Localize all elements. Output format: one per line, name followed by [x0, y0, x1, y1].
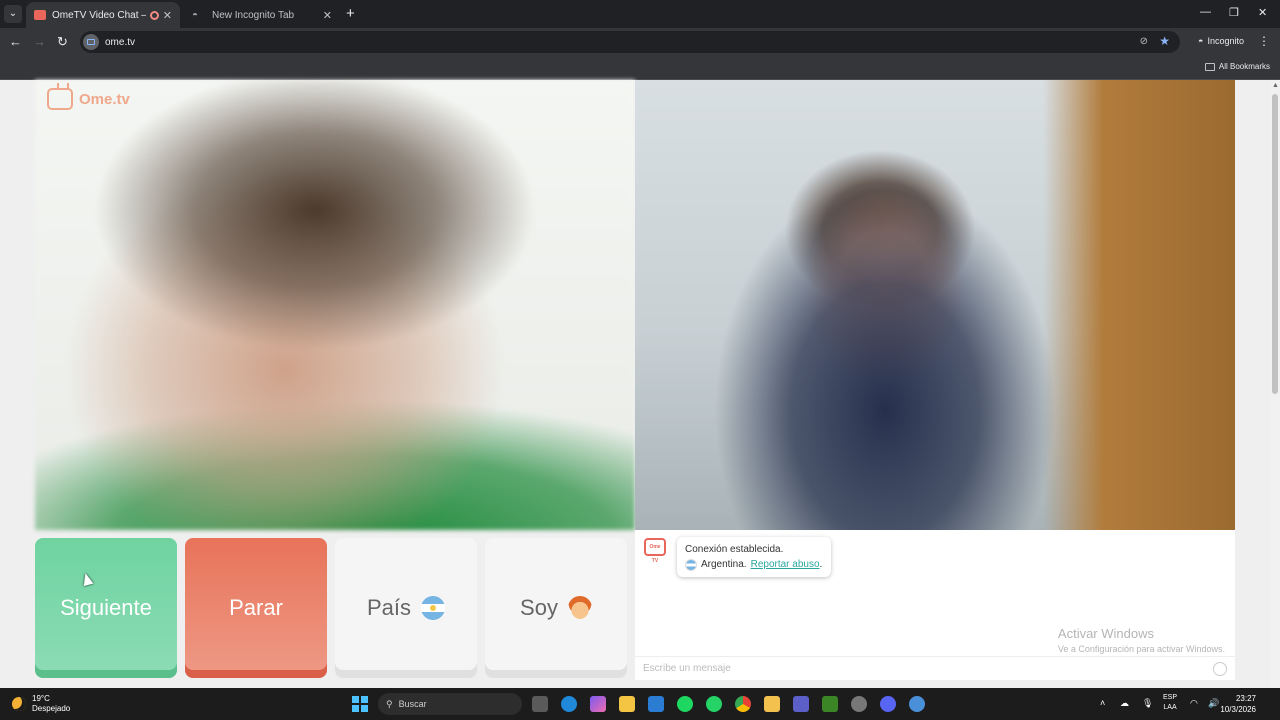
activate-windows-watermark: Activar Windows Ve a Configuración para …: [1058, 626, 1225, 654]
copilot-icon[interactable]: [590, 696, 606, 712]
connection-status: Conexión establecida.: [685, 544, 784, 555]
search-icon: ⚲: [386, 698, 393, 709]
stop-label: Parar: [229, 595, 283, 620]
edge-icon[interactable]: [561, 696, 577, 712]
next-button[interactable]: Siguiente: [35, 538, 177, 678]
gender-label: Soy: [520, 595, 558, 620]
forward-icon[interactable]: →: [33, 34, 46, 49]
local-video: [635, 80, 1235, 530]
stop-button[interactable]: Parar: [185, 538, 327, 678]
close-window-icon[interactable]: ✕: [1258, 6, 1267, 19]
reload-icon[interactable]: ↻: [57, 34, 68, 50]
remote-video: [35, 80, 635, 530]
recording-icon: [149, 10, 159, 20]
logo-text: Ome.tv: [79, 90, 130, 108]
tray-chevron-icon[interactable]: ˄: [1100, 698, 1105, 708]
tab-strip: ⌄ OmeTV Video Chat — Ome ✕ ◓ New Incogni…: [0, 0, 1280, 28]
report-abuse-link[interactable]: Reportar abuso: [751, 559, 820, 570]
country-button[interactable]: País: [335, 538, 477, 678]
close-tab-icon[interactable]: ✕: [323, 9, 332, 22]
restore-icon[interactable]: ❐: [1229, 6, 1239, 19]
eye-off-icon[interactable]: ⊘: [1140, 36, 1148, 47]
ometv-logo: Ome.tv: [47, 88, 130, 110]
argentina-flag-icon: [421, 596, 446, 620]
teams-icon[interactable]: [793, 696, 809, 712]
page-scrollbar[interactable]: ▲: [1270, 80, 1280, 688]
folder-icon: [1204, 62, 1215, 71]
message-placeholder: Escribe un mensaje: [643, 663, 731, 674]
address-bar[interactable]: ome.tv: [80, 31, 1180, 53]
back-icon[interactable]: ←: [9, 34, 22, 49]
ometv-favicon-icon: [34, 10, 46, 20]
chat-panel: Ome TV Conexión establecida. Argentina. …: [635, 530, 1235, 680]
store-icon[interactable]: [619, 696, 635, 712]
search-label: Buscar: [398, 699, 427, 709]
page-content: Ome.tv Siguiente Parar País Soy Ome TV C…: [0, 80, 1270, 688]
watermark-subtitle: Ve a Configuración para activar Windows.: [1057, 644, 1225, 654]
gender-button[interactable]: Soy: [485, 538, 627, 678]
scrollbar-thumb[interactable]: [1272, 94, 1278, 394]
volume-icon[interactable]: 🔊: [1208, 698, 1219, 709]
system-message: Conexión establecida. Argentina. Reporta…: [677, 537, 831, 577]
browser-toolbar: ← → ↻ ome.tv ⊘ ★ ◓ Incognito ⋮: [0, 28, 1280, 56]
lang-bottom: LAA: [1163, 704, 1177, 711]
tab-new-incognito[interactable]: ◓ New Incognito Tab ✕: [184, 2, 340, 28]
app-icon[interactable]: [851, 696, 867, 712]
minimize-icon[interactable]: —: [1200, 6, 1211, 18]
time: 23:27: [1235, 694, 1256, 703]
minecraft-icon[interactable]: [822, 696, 838, 712]
message-input[interactable]: Escribe un mensaje: [635, 656, 1235, 680]
outlook-icon[interactable]: [648, 696, 664, 712]
wifi-icon[interactable]: ◠: [1190, 698, 1198, 709]
cloud-sync-icon[interactable]: ☁: [1120, 698, 1129, 709]
tab-title: New Incognito Tab: [212, 9, 295, 21]
next-label: Siguiente: [60, 595, 152, 620]
emoji-icon[interactable]: [1213, 662, 1227, 676]
chrome-icon[interactable]: [735, 696, 751, 712]
weather-widget[interactable]: 19°C Despejado: [12, 694, 70, 714]
ometv-chat-logo-icon: Ome TV: [644, 538, 666, 564]
temperature: 19°C: [32, 694, 50, 703]
url-text: ome.tv: [105, 36, 136, 48]
incognito-label: Incognito: [1207, 36, 1244, 46]
argentina-flag-icon: [685, 558, 697, 571]
lang-top: ESP: [1163, 694, 1178, 701]
country-label: País: [366, 595, 412, 620]
bookmarks-bar: All Bookmarks: [0, 56, 1280, 80]
site-info-icon[interactable]: [83, 34, 99, 50]
partner-country: Argentina.: [701, 559, 747, 570]
incognito-indicator[interactable]: ◓ Incognito: [1198, 36, 1244, 46]
incognito-icon: ◓: [1198, 36, 1204, 46]
moon-icon: [12, 697, 26, 711]
whatsapp-icon[interactable]: [706, 696, 722, 712]
weather-condition: Despejado: [32, 704, 71, 713]
windows-start-icon[interactable]: [352, 696, 368, 712]
menu-icon[interactable]: ⋮: [1258, 34, 1270, 48]
bookmark-star-icon[interactable]: ★: [1159, 34, 1170, 48]
scroll-up-icon[interactable]: ▲: [1272, 82, 1279, 89]
tv-icon: [47, 88, 73, 110]
all-bookmarks-button[interactable]: All Bookmarks: [1204, 62, 1270, 71]
watermark-title: Activar Windows: [1057, 626, 1154, 641]
taskbar-search[interactable]: ⚲ Buscar: [378, 693, 522, 715]
boy-avatar-icon: [567, 596, 592, 620]
close-tab-icon[interactable]: ✕: [163, 9, 172, 22]
clock[interactable]: 23:27 10/3/2026: [1220, 693, 1256, 715]
report-suffix: .: [819, 559, 823, 570]
taskbar: 19°C Despejado ⚲ Buscar ˄ ☁ 🎙 ESP LAA ◠ …: [0, 688, 1280, 720]
new-tab-button[interactable]: +: [346, 5, 355, 22]
spotify-icon[interactable]: [677, 696, 693, 712]
discord-icon[interactable]: [880, 696, 896, 712]
settings-gear-icon[interactable]: [909, 696, 925, 712]
tab-title: OmeTV Video Chat — Ome: [52, 9, 146, 21]
incognito-icon: ◓: [192, 10, 199, 21]
tab-ometv[interactable]: OmeTV Video Chat — Ome ✕: [26, 2, 180, 28]
date: 10/3/2026: [1220, 705, 1256, 714]
language-indicator[interactable]: ESP LAA: [1163, 693, 1177, 713]
tab-search-button[interactable]: ⌄: [4, 5, 22, 23]
all-bookmarks-label: All Bookmarks: [1218, 62, 1270, 71]
file-explorer-icon[interactable]: [764, 696, 780, 712]
microphone-icon[interactable]: 🎙: [1142, 698, 1153, 709]
task-view-icon[interactable]: [532, 696, 548, 712]
